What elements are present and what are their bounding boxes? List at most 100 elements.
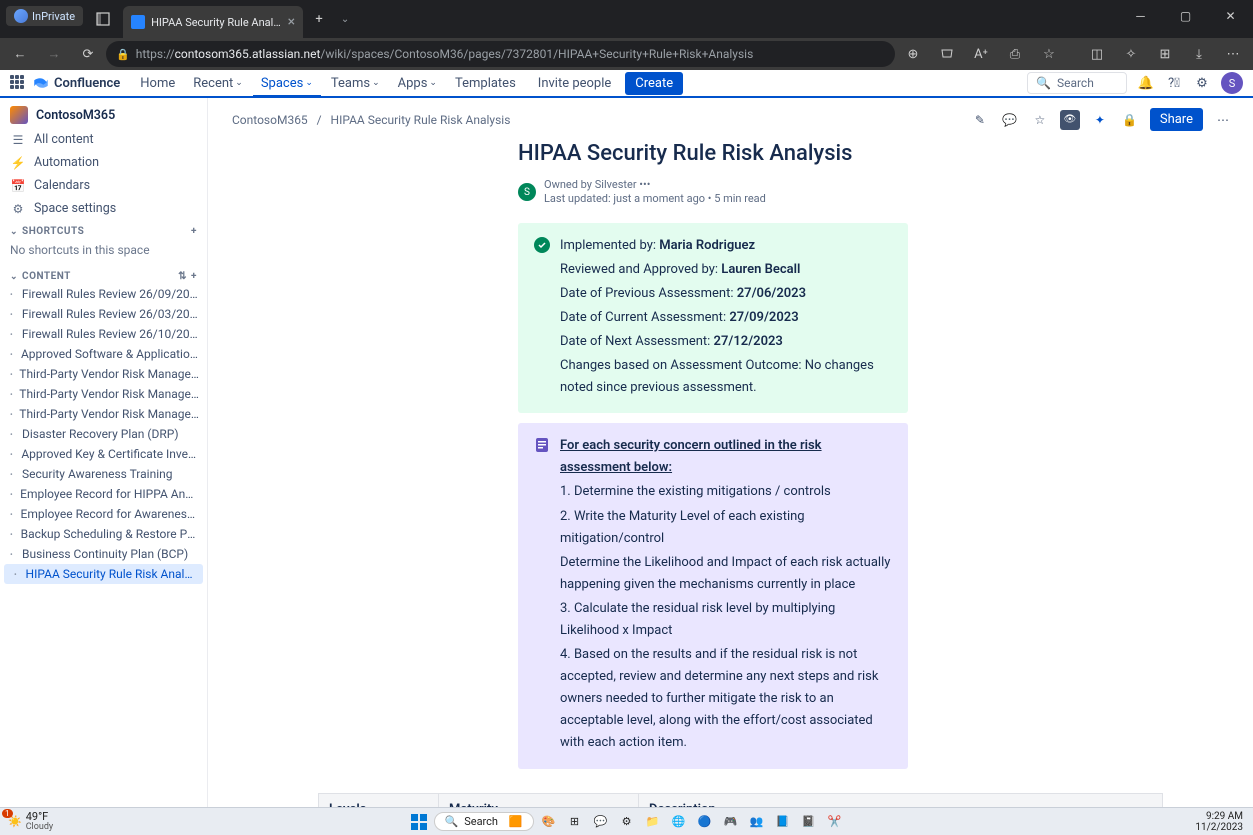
breadcrumb-space[interactable]: ContosoM365 [232, 113, 308, 127]
tree-item[interactable]: •Third-Party Vendor Risk Management - 27… [0, 384, 207, 404]
copilot-icon[interactable]: 🎨 [538, 811, 560, 833]
add-shortcut-icon[interactable]: + [191, 226, 197, 237]
tree-item[interactable]: •Firewall Rules Review 26/09/2023 [0, 284, 207, 304]
tree-item[interactable]: •Security Awareness Training [0, 464, 207, 484]
url-input[interactable]: 🔒 https://contosom365.atlassian.net/wiki… [106, 41, 895, 67]
invite-people-button[interactable]: Invite people [530, 72, 620, 95]
refresh-button[interactable]: ⟳ [72, 40, 104, 68]
menu-icon[interactable]: ⋯ [1217, 40, 1249, 68]
new-tab-button[interactable]: + [305, 5, 333, 33]
bullet-icon: • [10, 530, 17, 539]
space-icon [10, 106, 28, 124]
tree-item[interactable]: •Employee Record for Awareness Training [0, 504, 207, 524]
chrome-icon[interactable]: 🔵 [694, 811, 716, 833]
app-switcher-icon[interactable] [10, 75, 26, 91]
tab-overflow-icon[interactable]: ⌄ [335, 5, 355, 33]
zoom-icon[interactable]: ⊕ [897, 40, 929, 68]
read-aloud-icon[interactable]: A⁺ [965, 40, 997, 68]
system-clock[interactable]: 9:29 AM 11/2/2023 [1185, 811, 1253, 833]
tree-label: Third-Party Vendor Risk Management - 27/… [19, 367, 199, 381]
add-page-icon[interactable]: + [191, 271, 197, 282]
close-window-button[interactable]: ✕ [1208, 0, 1253, 32]
minimize-button[interactable]: ─ [1118, 0, 1163, 32]
explorer-icon[interactable]: 📁 [642, 811, 664, 833]
window-controls: ─ ▢ ✕ [1118, 0, 1253, 32]
nav-all-content[interactable]: ☰All content [0, 128, 207, 151]
task-view-icon[interactable]: ⊞ [564, 811, 586, 833]
space-header[interactable]: ContosoM365 [0, 98, 207, 128]
word-icon[interactable]: 📘 [772, 811, 794, 833]
product-name: Confluence [54, 76, 120, 91]
byline-meta: Owned by Silvester ••• Last updated: jus… [544, 178, 766, 207]
split-screen-icon[interactable]: ◫ [1081, 40, 1113, 68]
tree-item[interactable]: •Approved Software & Applications List [0, 344, 207, 364]
nav-spaces[interactable]: Spaces⌄ [253, 72, 321, 97]
col-levels: Levels [319, 793, 439, 807]
weather-widget[interactable]: 1 ☀️ 49°F Cloudy [0, 811, 61, 833]
profile-avatar[interactable]: S [1221, 72, 1243, 94]
content-header[interactable]: ⌄ CONTENT ⇅ + [0, 265, 207, 284]
help-icon[interactable]: ?⃝ [1165, 74, 1183, 92]
xbox-icon[interactable]: 🎮 [720, 811, 742, 833]
breadcrumb-page[interactable]: HIPAA Security Rule Risk Analysis [331, 113, 511, 127]
check-circle-icon [534, 237, 550, 253]
back-button[interactable]: ← [4, 40, 36, 68]
shortcuts-header[interactable]: ⌄ SHORTCUTS + [0, 220, 207, 239]
snip-icon[interactable]: ✂️ [824, 811, 846, 833]
tree-item[interactable]: •Approved Key & Certificate Inventory [0, 444, 207, 464]
extensions-icon[interactable]: ✧ [1115, 40, 1147, 68]
nav-teams[interactable]: Teams⌄ [323, 72, 388, 95]
taskbar-search[interactable]: 🔍Search🟧 [434, 812, 534, 831]
star-icon[interactable]: ☆ [1030, 110, 1050, 130]
comment-icon[interactable]: 💬 [1000, 110, 1020, 130]
edit-icon[interactable]: ✎ [970, 110, 990, 130]
shopping-icon[interactable] [931, 40, 963, 68]
collections-icon[interactable]: ⊞ [1149, 40, 1181, 68]
settings-icon[interactable]: ⚙ [1193, 74, 1211, 92]
tree-item[interactable]: •Firewall Rules Review 26/10/2022 [0, 324, 207, 344]
teams-icon[interactable]: 💬 [590, 811, 612, 833]
start-button[interactable] [408, 811, 430, 833]
tree-item[interactable]: •Third-Party Vendor Risk Management - 27… [0, 364, 207, 384]
ai-icon[interactable]: ✦ [1090, 110, 1110, 130]
nav-calendars[interactable]: 📅Calendars [0, 174, 207, 197]
edge-icon[interactable]: 🌐 [668, 811, 690, 833]
tree-item[interactable]: •Third-Party Vendor Risk Management - 27… [0, 404, 207, 424]
favorite-icon[interactable]: ☆ [1033, 40, 1065, 68]
nav-templates[interactable]: Templates [447, 72, 524, 95]
share-button[interactable]: Share [1150, 108, 1203, 131]
assessment-panel: Implemented by: Maria Rodriguez Reviewed… [518, 223, 908, 414]
author-avatar[interactable]: S [518, 183, 536, 201]
create-button[interactable]: Create [625, 72, 683, 95]
add-page-icon[interactable]: ⎙ [999, 40, 1031, 68]
teams2-icon[interactable]: 👥 [746, 811, 768, 833]
nav-apps[interactable]: Apps⌄ [390, 72, 445, 95]
tree-item[interactable]: •Firewall Rules Review 26/03/2023 [0, 304, 207, 324]
owner-name[interactable]: Silvester [595, 178, 637, 191]
downloads-icon[interactable]: ⤓ [1183, 40, 1215, 68]
tree-item[interactable]: •Disaster Recovery Plan (DRP) [0, 424, 207, 444]
settings-icon[interactable]: ⚙ [616, 811, 638, 833]
lock-icon[interactable]: 🔒 [1120, 110, 1140, 130]
tab-actions-icon[interactable] [89, 5, 117, 33]
nav-automation[interactable]: ⚡Automation [0, 151, 207, 174]
notifications-icon[interactable]: 🔔 [1137, 74, 1155, 92]
tree-item[interactable]: •Backup Scheduling & Restore Procedure [0, 524, 207, 544]
confluence-logo[interactable]: Confluence [32, 74, 120, 92]
nav-space-settings[interactable]: ⚙Space settings [0, 197, 207, 220]
close-tab-icon[interactable]: × [288, 14, 295, 30]
maximize-button[interactable]: ▢ [1163, 0, 1208, 32]
browser-tab-active[interactable]: HIPAA Security Rule Analysi × [123, 6, 303, 38]
filter-icon[interactable]: ⇅ [178, 271, 187, 282]
watch-icon[interactable]: 👁 [1060, 110, 1080, 130]
nav-home[interactable]: Home [132, 72, 183, 95]
nav-recent[interactable]: Recent⌄ [185, 72, 251, 95]
more-actions-icon[interactable]: ⋯ [1213, 110, 1233, 130]
owner-more-icon[interactable]: ••• [639, 178, 650, 191]
onenote-icon[interactable]: 📓 [798, 811, 820, 833]
tree-item[interactable]: •Employee Record for HIPPA Annual Traini… [0, 484, 207, 504]
tree-item[interactable]: •Business Continuity Plan (BCP) [0, 544, 207, 564]
forward-button[interactable]: → [38, 40, 70, 68]
search-input[interactable]: 🔍 Search [1027, 72, 1127, 94]
tree-item[interactable]: •HIPAA Security Rule Risk Analysis [4, 564, 203, 584]
